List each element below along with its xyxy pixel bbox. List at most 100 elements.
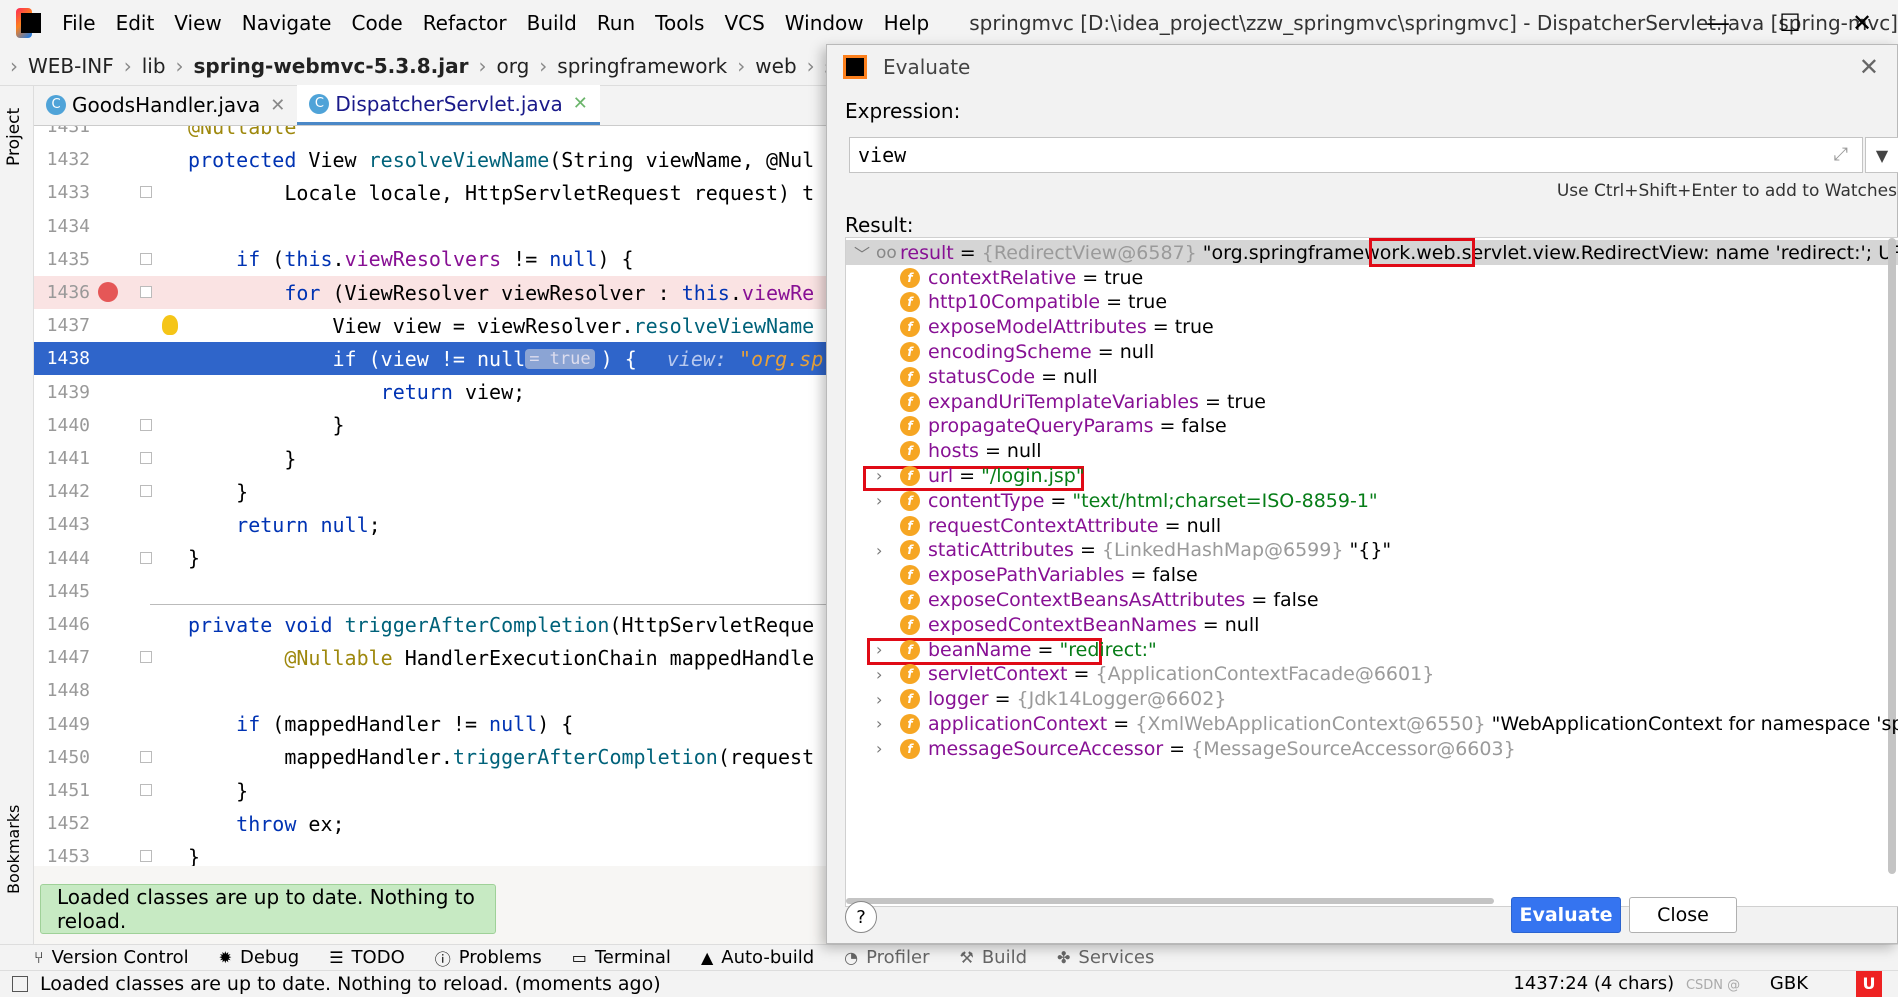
fold-marker-icon[interactable]	[140, 418, 152, 431]
bookmarks-tool-tab[interactable]: Bookmarks	[4, 804, 23, 894]
line-number[interactable]: 1450	[34, 747, 90, 768]
encoding[interactable]: GBK	[1770, 973, 1808, 994]
code-line[interactable]: 1452 throw ex;	[34, 807, 830, 840]
menu-item-edit[interactable]: Edit	[106, 11, 165, 35]
line-number[interactable]: 1434	[34, 216, 90, 237]
gutter[interactable]	[90, 475, 188, 508]
code-line[interactable]: 1441 }	[34, 442, 830, 475]
gutter[interactable]	[90, 376, 188, 409]
field-row-url[interactable]: › f url = "/login.jsp"	[846, 463, 1898, 488]
field-row-expandUriTemplateVariables[interactable]: f expandUriTemplateVariables = true	[846, 389, 1898, 414]
code-editor[interactable]: 1431 @Nullable 1432 protected View resolveV…	[34, 126, 830, 866]
line-number[interactable]: 1445	[34, 581, 90, 602]
menu-item-run[interactable]: Run	[587, 11, 645, 35]
line-number[interactable]: 1433	[34, 182, 90, 203]
field-row-requestContextAttribute[interactable]: f requestContextAttribute = null	[846, 513, 1898, 538]
field-row-messageSourceAccessor[interactable]: › f messageSourceAccessor = {MessageSource…	[846, 736, 1898, 761]
field-row-staticAttributes[interactable]: › f staticAttributes = {LinkedHashMap@6599…	[846, 538, 1898, 563]
field-row-hosts[interactable]: f hosts = null	[846, 439, 1898, 464]
toolwindow-services[interactable]: ✤ Services	[1057, 947, 1154, 968]
line-number[interactable]: 1451	[34, 780, 90, 801]
breadcrumb-item[interactable]: WEB-INF	[28, 54, 114, 78]
fold-marker-icon[interactable]	[140, 651, 152, 664]
gutter[interactable]	[90, 575, 188, 608]
code-line[interactable]: 1433 Locale locale, HttpServletRequest r…	[34, 176, 830, 209]
gutter[interactable]	[90, 542, 188, 575]
menu-item-vcs[interactable]: VCS	[714, 11, 774, 35]
gutter[interactable]	[90, 409, 188, 442]
toolwindow-build[interactable]: ⚒ Build	[959, 947, 1027, 968]
field-row-propagateQueryParams[interactable]: f propagateQueryParams = false	[846, 414, 1898, 439]
tab-close-icon[interactable]: ✕	[573, 93, 588, 114]
gutter[interactable]	[90, 840, 188, 866]
tab-goods-handler[interactable]: C GoodsHandler.java ✕	[34, 85, 297, 125]
collapse-chevron-icon[interactable]: ﹀	[854, 241, 870, 265]
field-row-exposeModelAttributes[interactable]: f exposeModelAttributes = true	[846, 315, 1898, 340]
menu-item-view[interactable]: View	[164, 11, 231, 35]
expand-chevron-icon[interactable]: ›	[876, 714, 882, 733]
gutter[interactable]	[90, 210, 188, 243]
breadcrumb-item[interactable]: springframework	[557, 54, 727, 78]
code-line[interactable]: 1448	[34, 674, 830, 707]
expand-chevron-icon[interactable]: ›	[876, 640, 882, 659]
code-line[interactable]: 1453}	[34, 840, 830, 866]
toolwindow-profiler[interactable]: ◔ Profiler	[844, 947, 929, 968]
project-tool-tab[interactable]: Project	[4, 96, 24, 166]
toolwindow-auto-build[interactable]: ▲ Auto-build	[701, 947, 814, 968]
debug-inline-value[interactable]: "org.sp	[739, 347, 823, 371]
line-number[interactable]: 1443	[34, 514, 90, 535]
expand-editor-icon[interactable]: ⤢	[1834, 144, 1848, 165]
history-dropdown-icon[interactable]: ▼	[1865, 137, 1898, 173]
code-line[interactable]: 1436 for (ViewResolver viewResolver : th…	[34, 276, 830, 309]
breakpoint-icon[interactable]	[98, 282, 118, 302]
fold-marker-icon[interactable]	[140, 784, 152, 796]
field-row-logger[interactable]: › f logger = {Jdk14Logger@6602}	[846, 687, 1898, 712]
field-row-exposedContextBeanNames[interactable]: f exposedContextBeanNames = null	[846, 612, 1898, 637]
line-number[interactable]: 1440	[34, 415, 90, 436]
code-line[interactable]: 1446 private void triggerAfterCompletion(…	[34, 608, 830, 641]
expand-chevron-icon[interactable]: ›	[876, 466, 882, 485]
line-number[interactable]: 1437	[34, 315, 90, 336]
menu-item-refactor[interactable]: Refactor	[413, 11, 517, 35]
minimize-icon[interactable]: —	[1682, 0, 1754, 46]
expand-chevron-icon[interactable]: ›	[876, 541, 882, 560]
evaluate-button[interactable]: Evaluate	[1511, 897, 1621, 933]
toolwindow-version-control[interactable]: ⑂ Version Control	[34, 947, 189, 968]
toolwindow-debug[interactable]: ✹ Debug	[219, 947, 300, 968]
horizontal-scrollbar[interactable]	[846, 898, 1494, 904]
code-line[interactable]: 1450 mappedHandler.triggerAfterCompletio…	[34, 741, 830, 774]
fold-marker-icon[interactable]	[140, 551, 152, 564]
gutter[interactable]	[90, 126, 188, 143]
code-line[interactable]: 1445	[34, 575, 830, 608]
field-row-exposeContextBeansAsAttributes[interactable]: f exposeContextBeansAsAttributes = false	[846, 587, 1898, 612]
field-row-beanName[interactable]: › f beanName = "redirect:"	[846, 637, 1898, 662]
breadcrumb-item[interactable]: web	[755, 54, 796, 78]
gutter[interactable]	[90, 276, 188, 309]
menu-item-file[interactable]: File	[52, 11, 105, 35]
gutter[interactable]	[90, 741, 188, 774]
line-number[interactable]: 1449	[34, 714, 90, 735]
code-line[interactable]: 1447 @Nullable HandlerExecutionChain map…	[34, 641, 830, 674]
fold-marker-icon[interactable]	[140, 452, 152, 464]
line-number[interactable]: 1439	[34, 382, 90, 403]
line-number[interactable]: 1446	[34, 614, 90, 635]
menu-item-tools[interactable]: Tools	[645, 11, 714, 35]
field-row-exposePathVariables[interactable]: f exposePathVariables = false	[846, 563, 1898, 588]
toolwindow-problems[interactable]: ⓘ Problems	[435, 946, 542, 970]
line-number[interactable]: 1444	[34, 548, 90, 569]
code-line[interactable]: 1431 @Nullable	[34, 126, 830, 143]
fold-marker-icon[interactable]	[140, 485, 152, 498]
field-row-contentType[interactable]: › f contentType = "text/html;charset=ISO-8…	[846, 488, 1898, 513]
line-number[interactable]: 1432	[34, 149, 90, 170]
breadcrumb-item[interactable]: lib	[142, 54, 166, 78]
code-line[interactable]: 1443 return null;	[34, 508, 830, 541]
line-number[interactable]: 1435	[34, 249, 90, 270]
menu-item-navigate[interactable]: Navigate	[232, 11, 342, 35]
gutter[interactable]	[90, 442, 188, 475]
fold-marker-icon[interactable]	[140, 252, 152, 265]
dialog-close-icon[interactable]: ✕	[1859, 53, 1879, 81]
code-line[interactable]: 1439 return view;	[34, 376, 830, 409]
expand-chevron-icon[interactable]: ›	[876, 739, 882, 758]
field-row-statusCode[interactable]: f statusCode = null	[846, 364, 1898, 389]
gutter[interactable]	[90, 143, 188, 176]
